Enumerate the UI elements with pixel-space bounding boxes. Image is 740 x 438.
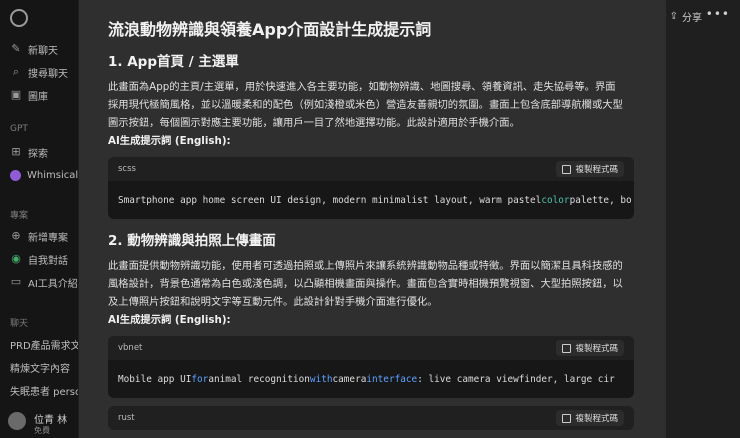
sidebar-item-label: 探索 bbox=[28, 148, 48, 160]
section-paragraph-line: 圖示按鈕，每個圖示對應主要功能，讓用戶一目了然地選擇功能。此設計適用於手機介面。 bbox=[108, 117, 520, 129]
chat-item[interactable]: 精煉文字內容 bbox=[10, 358, 70, 376]
section-paragraph-line: 風格設計，背景色通常為白色或淺色調，以凸顯相機畫面與操作。畫面包含實時相機預覽視… bbox=[108, 278, 623, 290]
chat-icon: ◉ bbox=[11, 252, 21, 265]
folder-plus-icon: ⊕ bbox=[11, 229, 21, 242]
chats-section-label: 聊天 bbox=[10, 319, 29, 329]
app-logo-icon[interactable] bbox=[10, 9, 28, 27]
avatar[interactable] bbox=[8, 412, 26, 430]
code-keyword: color bbox=[541, 194, 570, 206]
user-name: 位青 林 bbox=[34, 415, 68, 426]
share-button[interactable]: ⇪ 分享 bbox=[670, 9, 702, 24]
more-options-button[interactable]: ••• bbox=[706, 7, 730, 21]
section-paragraph-line: 及上傳照片按鈕和說明文字等互動元件。此設計針對手機介面進行優化。 bbox=[108, 296, 438, 308]
grid-icon: ⊞ bbox=[11, 145, 21, 158]
top-right-area: ⇪ 分享 ••• bbox=[666, 0, 740, 438]
code-content[interactable]: Mobile app UI for animal recognition wit… bbox=[108, 360, 634, 398]
code-language: rust bbox=[118, 413, 135, 423]
projects-section-label: 專案 bbox=[10, 211, 29, 221]
copy-code-button[interactable]: 複製程式碼 bbox=[556, 410, 624, 426]
copy-code-button[interactable]: 複製程式碼 bbox=[556, 340, 624, 356]
copy-icon bbox=[562, 343, 572, 353]
copy-label: 複製程式碼 bbox=[575, 344, 618, 354]
copy-label: 複製程式碼 bbox=[575, 414, 618, 424]
sidebar-item-label: 圖庫 bbox=[28, 91, 48, 103]
sidebar: ✎ 新聊天 ⌕ 搜尋聊天 ▣ 圖庫 GPT ⊞ 探索 Whimsical D 專… bbox=[0, 0, 78, 438]
document-modal: 流浪動物辨識與領養App介面設計生成提示詞 1. App首頁 / 主選單 此畫面… bbox=[79, 0, 666, 438]
sidebar-item-ai-tools[interactable]: ▭ AI工具介紹 bbox=[10, 273, 78, 291]
sidebar-item-self-chat[interactable]: ◉ 自我對話 bbox=[10, 250, 68, 268]
sidebar-item-gallery[interactable]: ▣ 圖庫 bbox=[10, 86, 48, 104]
code-block-header: scss 複製程式碼 bbox=[108, 157, 634, 181]
prompt-label: AI生成提示詞 (English): bbox=[108, 314, 231, 326]
document-title: 流浪動物辨識與領養App介面設計生成提示詞 bbox=[108, 20, 432, 39]
section-paragraph-line: 此畫面提供動物辨識功能，使用者可透過拍照或上傳照片來讓系統辨識動物品種或特徵。界… bbox=[108, 260, 623, 272]
copy-icon bbox=[562, 164, 572, 174]
sidebar-item-new-chat[interactable]: ✎ 新聊天 bbox=[10, 40, 58, 58]
sidebar-item-explore[interactable]: ⊞ 探索 bbox=[10, 143, 48, 161]
code-text: animal recognition bbox=[208, 373, 310, 385]
code-text: camera bbox=[332, 373, 367, 385]
code-text: : live camera viewfinder, large cir bbox=[417, 373, 615, 385]
code-keyword: with bbox=[309, 373, 333, 385]
code-text: Mobile app UI bbox=[118, 373, 192, 385]
copy-icon bbox=[562, 413, 572, 423]
code-block-header: vbnet 複製程式碼 bbox=[108, 336, 634, 360]
section-heading: 1. App首頁 / 主選單 bbox=[108, 54, 239, 70]
search-icon: ⌕ bbox=[12, 65, 20, 78]
sidebar-item-label: 自我對話 bbox=[28, 255, 68, 267]
section-heading: 2. 動物辨識與拍照上傳畫面 bbox=[108, 233, 276, 249]
document-content: 流浪動物辨識與領養App介面設計生成提示詞 1. App首頁 / 主選單 此畫面… bbox=[108, 18, 634, 430]
code-language: vbnet bbox=[118, 343, 143, 353]
code-block: vbnet 複製程式碼 Mobile app UI for animal rec… bbox=[108, 336, 634, 398]
sidebar-item-new-project[interactable]: ⊕ 新增專案 bbox=[10, 227, 68, 245]
sidebar-item-label: 新增專案 bbox=[28, 232, 68, 244]
code-block: rust 複製程式碼 bbox=[108, 406, 634, 430]
sidebar-item-label: AI工具介紹 bbox=[28, 278, 78, 290]
prompt-label: AI生成提示詞 (English): bbox=[108, 135, 231, 147]
sidebar-item-whimsical[interactable]: Whimsical D bbox=[10, 166, 78, 184]
code-text: Smartphone app home screen UI design, mo… bbox=[118, 194, 542, 206]
section-paragraph-line: 採用現代極簡風格，並以溫暖柔和的配色（例如淺橙或米色）營造友善親切的氛圍。畫面上… bbox=[108, 99, 623, 111]
copy-code-button[interactable]: 複製程式碼 bbox=[556, 161, 624, 177]
edit-icon: ✎ bbox=[11, 42, 21, 55]
sidebar-item-label: Whimsical D bbox=[27, 169, 78, 181]
copy-label: 複製程式碼 bbox=[575, 165, 618, 175]
code-block: scss 複製程式碼 Smartphone app home screen UI… bbox=[108, 157, 634, 219]
code-keyword: interface bbox=[366, 373, 418, 385]
sidebar-item-label: 搜尋聊天 bbox=[28, 68, 68, 80]
whimsical-icon bbox=[10, 169, 21, 181]
user-plan: 免費 bbox=[34, 426, 50, 435]
image-icon: ▣ bbox=[10, 88, 22, 101]
code-language: scss bbox=[118, 164, 136, 174]
code-keyword: for bbox=[191, 373, 209, 385]
share-icon: ⇪ bbox=[669, 11, 678, 22]
share-label: 分享 bbox=[682, 13, 702, 24]
code-content[interactable]: Smartphone app home screen UI design, mo… bbox=[108, 181, 634, 219]
gpt-section-label: GPT bbox=[10, 124, 28, 134]
chat-item[interactable]: 失眠患者 person bbox=[10, 381, 78, 399]
code-block-header: rust 複製程式碼 bbox=[108, 406, 634, 430]
code-text: palette, bo bbox=[569, 194, 632, 206]
sidebar-item-label: 新聊天 bbox=[28, 45, 58, 57]
chat-item[interactable]: PRD產品需求文 bbox=[10, 335, 78, 353]
sidebar-item-search-chat[interactable]: ⌕ 搜尋聊天 bbox=[10, 63, 68, 81]
section-paragraph-line: 此畫面為App的主頁/主選單，用於快速進入各主要功能，如動物辨識、地圖搜尋、領養… bbox=[108, 81, 616, 93]
folder-icon: ▭ bbox=[10, 275, 22, 288]
